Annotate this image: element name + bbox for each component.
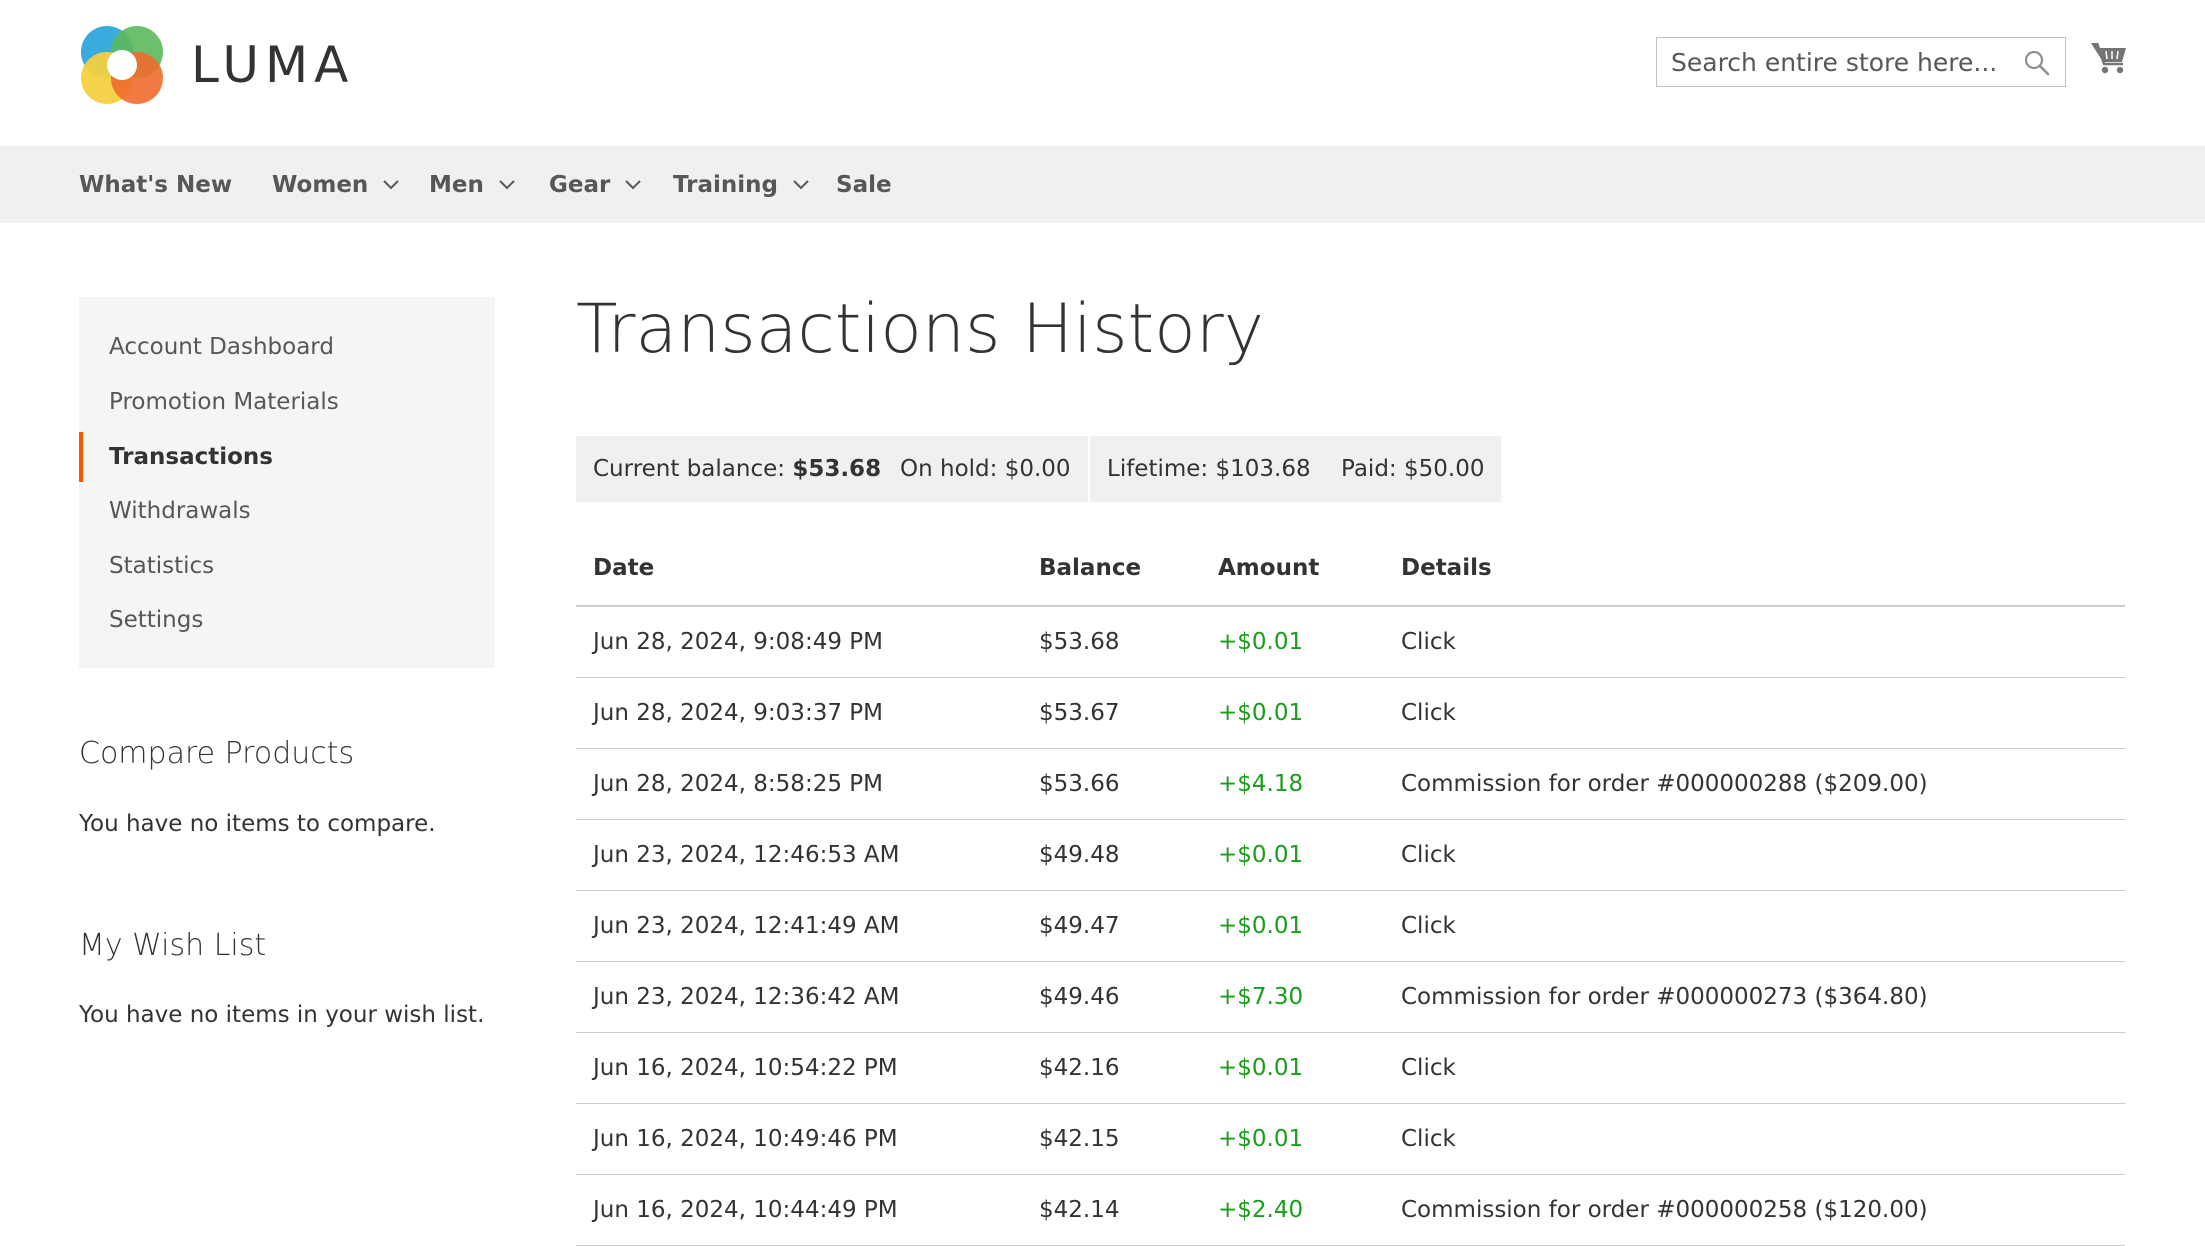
cell-balance: $49.47 xyxy=(1039,913,1120,939)
chevron-down-icon xyxy=(499,179,515,189)
compare-products-title: Compare Products xyxy=(79,736,355,771)
current-balance-label: Current balance: xyxy=(593,456,793,482)
cell-details: Click xyxy=(1401,1055,1456,1081)
nav-item-sale[interactable]: Sale xyxy=(836,146,892,223)
current-balance-badge: Current balance: $53.68 xyxy=(576,436,899,502)
search-input[interactable] xyxy=(1657,46,2023,78)
cell-details: Click xyxy=(1401,629,1456,655)
nav-item-gear[interactable]: Gear xyxy=(549,146,642,223)
cell-balance: $49.48 xyxy=(1039,842,1120,868)
lifetime-badge: Lifetime: $103.68 xyxy=(1090,436,1328,502)
paid-badge: Paid: $50.00 xyxy=(1324,436,1502,502)
cell-details: Click xyxy=(1401,913,1456,939)
page-header: LUMA xyxy=(0,0,2205,146)
cell-amount: +$4.18 xyxy=(1218,771,1304,797)
wish-list-title[interactable]: My Wish List xyxy=(79,928,266,963)
cell-date: Jun 23, 2024, 12:41:49 AM xyxy=(593,913,900,939)
on-hold-badge: On hold: $0.00 xyxy=(883,436,1088,502)
sidebar-item-account-dashboard[interactable]: Account Dashboard xyxy=(109,322,334,372)
nav-item-label: Training xyxy=(673,171,779,198)
sidebar-item-statistics[interactable]: Statistics xyxy=(109,541,214,591)
cell-details: Commission for order #000000273 ($364.80… xyxy=(1401,984,1928,1010)
cell-date: Jun 23, 2024, 12:46:53 AM xyxy=(593,842,900,868)
cell-date: Jun 28, 2024, 8:58:25 PM xyxy=(593,771,883,797)
sidebar-item-promotion-materials[interactable]: Promotion Materials xyxy=(109,377,339,427)
cell-balance: $49.46 xyxy=(1039,984,1120,1010)
chevron-down-icon xyxy=(625,179,642,189)
table-row: Jun 16, 2024, 10:49:46 PM $42.15 +$0.01 Cli… xyxy=(576,1104,2125,1175)
cell-date: Jun 28, 2024, 9:03:37 PM xyxy=(593,700,883,726)
table-row: Jun 23, 2024, 12:41:49 AM $49.47 +$0.01 Cli… xyxy=(576,891,2125,962)
sidebar-item-settings[interactable]: Settings xyxy=(109,595,203,645)
brand-name: LUMA xyxy=(191,36,355,94)
cell-date: Jun 28, 2024, 9:08:49 PM xyxy=(593,629,883,655)
cell-amount: +$0.01 xyxy=(1218,629,1304,655)
cell-date: Jun 23, 2024, 12:36:42 AM xyxy=(593,984,900,1010)
store-logo[interactable]: LUMA xyxy=(79,22,354,108)
sidebar-item-transactions[interactable]: Transactions xyxy=(109,432,273,482)
column-header-balance: Balance xyxy=(1039,555,1142,581)
nav-item-women[interactable]: Women xyxy=(272,146,400,223)
active-item-indicator xyxy=(79,432,83,482)
cell-details: Click xyxy=(1401,842,1456,868)
current-balance-value: $53.68 xyxy=(792,456,882,482)
cell-balance: $53.66 xyxy=(1039,771,1120,797)
cell-balance: $42.16 xyxy=(1039,1055,1120,1081)
nav-item-label: What's New xyxy=(79,171,233,198)
search-box xyxy=(1656,37,2066,87)
cart-icon[interactable] xyxy=(2090,40,2128,76)
search-icon[interactable] xyxy=(2023,49,2051,77)
nav-item-men[interactable]: Men xyxy=(429,146,516,223)
luma-logo-icon xyxy=(81,26,163,104)
table-row: Jun 28, 2024, 9:08:49 PM $53.68 +$0.01 Clic… xyxy=(576,607,2125,678)
column-header-details: Details xyxy=(1401,555,1492,581)
cell-balance: $53.67 xyxy=(1039,700,1120,726)
table-row: Jun 16, 2024, 10:54:22 PM $42.16 +$0.01 Cli… xyxy=(576,1033,2125,1104)
table-row: Jun 23, 2024, 12:46:53 AM $49.48 +$0.01 Cli… xyxy=(576,820,2125,891)
cell-date: Jun 16, 2024, 10:54:22 PM xyxy=(593,1055,898,1081)
main-navigation: What's New Women Men Gear Training Sale xyxy=(0,146,2205,223)
cell-amount: +$0.01 xyxy=(1218,700,1304,726)
cell-details: Commission for order #000000258 ($120.00… xyxy=(1401,1197,1928,1223)
table-row: Jun 28, 2024, 9:03:37 PM $53.67 +$0.01 Clic… xyxy=(576,678,2125,749)
cell-balance: $42.15 xyxy=(1039,1126,1120,1152)
cell-amount: +$0.01 xyxy=(1218,842,1304,868)
cell-date: Jun 16, 2024, 10:44:49 PM xyxy=(593,1197,898,1223)
cell-date: Jun 16, 2024, 10:49:46 PM xyxy=(593,1126,898,1152)
wish-list-empty-message: You have no items in your wish list. xyxy=(79,1002,485,1028)
chevron-down-icon xyxy=(793,179,809,189)
table-row: Jun 16, 2024, 10:44:49 PM $42.14 +$2.40 Com… xyxy=(576,1175,2125,1246)
table-row: Jun 28, 2024, 8:58:25 PM $53.66 +$4.18 Comm… xyxy=(576,749,2125,820)
column-header-amount: Amount xyxy=(1218,555,1320,581)
cell-details: Click xyxy=(1401,1126,1456,1152)
nav-item-label: Sale xyxy=(836,171,892,198)
sidebar-item-withdrawals[interactable]: Withdrawals xyxy=(109,486,251,536)
nav-item-label: Women xyxy=(272,171,369,198)
cell-amount: +$0.01 xyxy=(1218,1126,1304,1152)
cell-balance: $53.68 xyxy=(1039,629,1120,655)
cell-amount: +$0.01 xyxy=(1218,913,1304,939)
cell-details: Commission for order #000000288 ($209.00… xyxy=(1401,771,1928,797)
cell-details: Click xyxy=(1401,700,1456,726)
nav-item-whats-new[interactable]: What's New xyxy=(79,146,232,223)
table-row: Jun 23, 2024, 12:36:42 AM $49.46 +$7.30 Com… xyxy=(576,962,2125,1033)
cell-amount: +$0.01 xyxy=(1218,1055,1304,1081)
cell-amount: +$7.30 xyxy=(1218,984,1304,1010)
column-header-date: Date xyxy=(593,555,655,581)
page-title: Transactions History xyxy=(576,290,1264,369)
nav-item-label: Men xyxy=(429,171,484,198)
chevron-down-icon xyxy=(383,179,400,189)
nav-item-label: Gear xyxy=(549,171,611,198)
compare-empty-message: You have no items to compare. xyxy=(79,811,436,837)
cell-amount: +$2.40 xyxy=(1218,1197,1304,1223)
account-navigation: Account Dashboard Promotion Materials Tr… xyxy=(79,297,495,668)
cell-balance: $42.14 xyxy=(1039,1197,1120,1223)
nav-item-training[interactable]: Training xyxy=(673,146,810,223)
